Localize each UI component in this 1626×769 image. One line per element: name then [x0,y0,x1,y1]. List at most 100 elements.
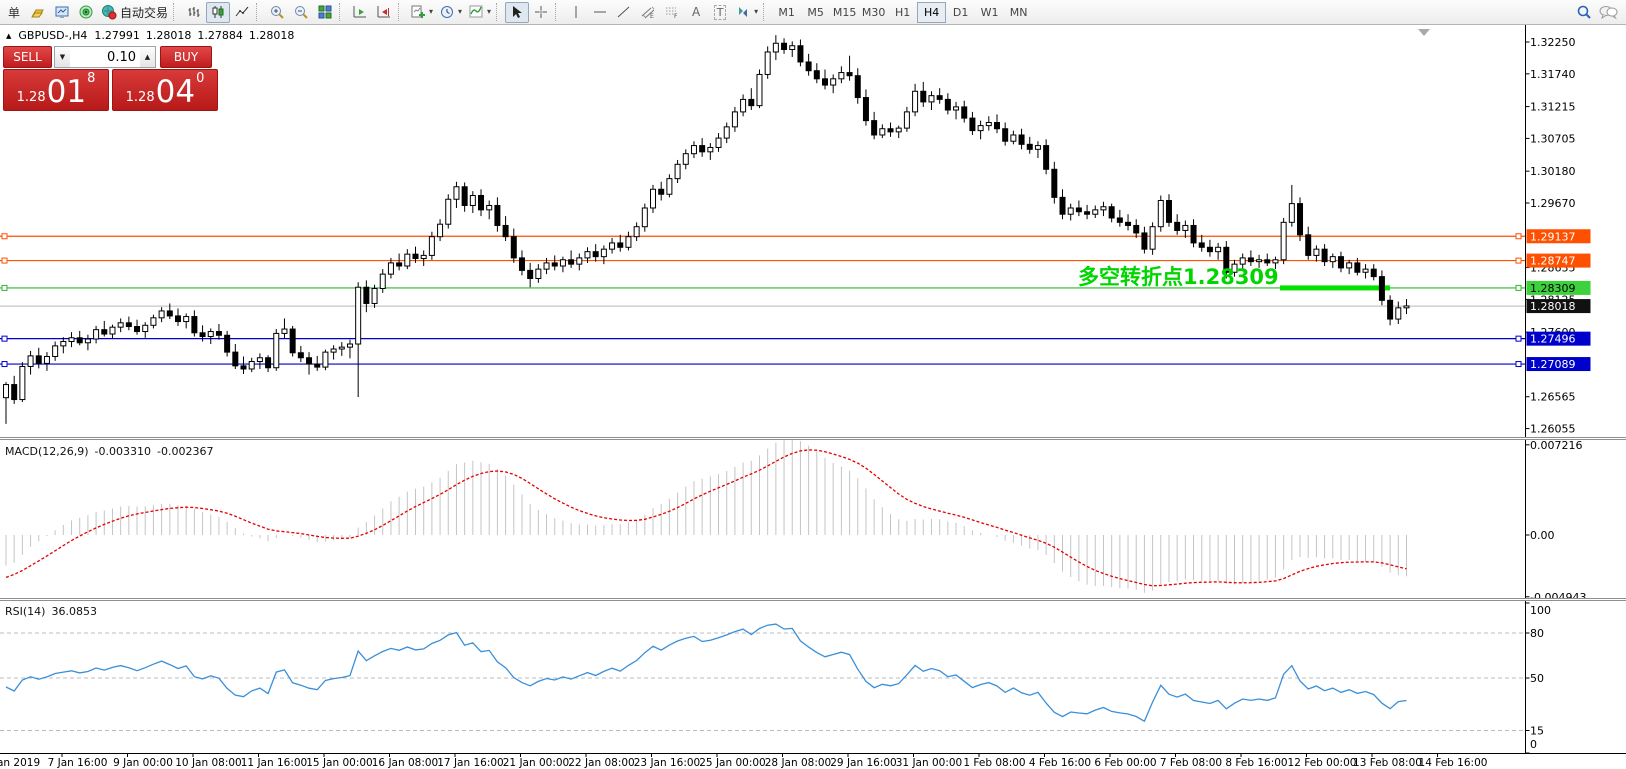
new-order-button[interactable]: 单 [2,2,26,23]
line-handle[interactable] [1516,258,1521,263]
chat-bubbles-icon[interactable] [1598,4,1618,20]
rsi-axis-label: 0 [1530,738,1537,751]
indicators-button[interactable]: ▾ [465,2,494,23]
new-chart-button[interactable]: ▾ [407,2,436,23]
price-tick-label: 1.32250 [1530,36,1576,49]
market-watch-button[interactable] [50,2,74,23]
text-label-tool[interactable]: T [708,2,732,23]
time-label: 17 Jan 16:00 [437,757,503,769]
rsi-label: RSI(14) 36.0853 [5,605,97,618]
line-handle[interactable] [2,285,7,290]
line-handle[interactable] [2,362,7,367]
price-badge-label: 1.29137 [1530,230,1576,243]
buy-price-box[interactable]: 1.28 04 0 [112,69,218,111]
price-tick-label: 1.31740 [1530,68,1576,81]
volume-input[interactable] [70,47,140,67]
horizontal-line-tool[interactable] [588,2,612,23]
rsi-name: RSI(14) [5,605,45,618]
sell-price-small: 1.28 [17,91,46,104]
macd-label: MACD(12,26,9) -0.003310 -0.002367 [5,445,213,458]
dropdown-caret-icon: ▾ [754,8,758,16]
timeframe-m5[interactable]: M5 [801,2,830,23]
price-badge-label: 1.28747 [1530,255,1576,268]
horizontal-line-object[interactable] [0,258,1526,263]
timeframe-d1[interactable]: D1 [946,2,975,23]
rsi-pane[interactable]: 1008050150 RSI(14) 36.0853 [0,601,1626,753]
timeframe-w1[interactable]: W1 [975,2,1004,23]
timeframe-h4[interactable]: H4 [917,2,946,23]
macd-axis-label: 0.007216 [1530,440,1583,452]
timeframe-m30[interactable]: M30 [859,2,888,23]
time-label: 23 Jan 16:00 [634,757,700,769]
arrows-tool[interactable]: ▾ [732,2,761,23]
horizontal-line-object[interactable] [0,362,1526,367]
chart-shift-marker[interactable] [1418,29,1430,36]
text-tool[interactable]: A [684,2,708,23]
channel-tool[interactable]: E [636,2,660,23]
zoom-in-icon [269,4,285,20]
chart-shift-button[interactable] [372,2,396,23]
timeframe-h1[interactable]: H1 [888,2,917,23]
fibonacci-tool[interactable]: F [660,2,684,23]
text-tool-glyph: A [692,5,700,19]
timeframe-m15[interactable]: M15 [830,2,859,23]
candlestick-icon [210,4,226,20]
macd-pane[interactable]: 0.0072160.00-0.004943 MACD(12,26,9) -0.0… [0,440,1626,598]
toolbar-separator [555,3,561,21]
chart-shift-icon [376,4,392,20]
macd-signal-line [6,450,1406,586]
line-handle[interactable] [2,234,7,239]
symbol-info-line: ▲ GBPUSD-,H4 1.27991 1.28018 1.27884 1.2… [6,29,294,42]
crosshair-tool-button[interactable] [529,2,553,23]
line-handle[interactable] [1516,285,1521,290]
new-order-label: 单 [8,4,20,21]
dropdown-caret-icon: ▾ [487,8,491,16]
trendline-tool[interactable] [612,2,636,23]
trend-annotation[interactable]: 多空转折点1.28309 [1078,265,1279,289]
time-label: 4 Jan 2019 [0,757,40,769]
vertical-line-tool[interactable] [564,2,588,23]
price-chart-surface[interactable]: 多空转折点1.283091.322501.317401.312151.30705… [0,25,1626,437]
search-icon[interactable] [1576,4,1592,20]
gold-symbol-icon[interactable] [26,2,50,23]
svg-text:F: F [674,13,678,20]
cursor-tool-button[interactable] [505,2,529,23]
price-tick-label: 1.26055 [1530,423,1576,436]
volume-increase-button[interactable]: ▲ [140,47,155,67]
sell-button[interactable]: SELL [3,46,52,68]
time-label: 14 Feb 16:00 [1419,757,1488,769]
price-axis[interactable]: 1.322501.317401.312151.307051.301801.296… [1526,36,1591,436]
sell-price-box[interactable]: 1.28 01 8 [3,69,109,111]
timeframe-mn[interactable]: MN [1004,2,1033,23]
signal-button[interactable] [74,2,98,23]
close-value: 1.28018 [249,29,295,42]
candlestick-mode-button[interactable] [206,2,230,23]
line-chart-mode-button[interactable] [230,2,254,23]
zoom-in-button[interactable] [265,2,289,23]
collapse-panel-icon[interactable]: ▲ [6,32,11,40]
macd-value: -0.003310 [95,445,151,458]
monitor-icon [54,4,70,20]
toolbar-separator [763,3,769,21]
auto-scroll-button[interactable] [348,2,372,23]
time-label: 7 Jan 16:00 [48,757,108,769]
price-chart-pane[interactable]: 多空转折点1.283091.322501.317401.312151.30705… [0,25,1626,437]
bar-chart-mode-button[interactable] [182,2,206,23]
trend-segment[interactable] [1280,285,1390,290]
zoom-out-button[interactable] [289,2,313,23]
line-handle[interactable] [2,336,7,341]
tile-windows-button[interactable] [313,2,337,23]
time-label: 28 Jan 08:00 [765,757,831,769]
time-axis[interactable]: 4 Jan 20197 Jan 16:009 Jan 00:0010 Jan 0… [0,753,1626,769]
macd-histogram [6,440,1406,593]
horizontal-line-object[interactable] [0,234,1526,239]
timeframe-m1[interactable]: M1 [772,2,801,23]
periods-button[interactable]: ▾ [436,2,465,23]
autotrading-toggle[interactable]: 自动交易 [98,2,171,23]
line-handle[interactable] [1516,234,1521,239]
line-handle[interactable] [1516,336,1521,341]
line-handle[interactable] [1516,362,1521,367]
buy-button[interactable]: BUY [160,46,212,68]
line-handle[interactable] [2,258,7,263]
volume-decrease-button[interactable]: ▼ [55,47,70,67]
